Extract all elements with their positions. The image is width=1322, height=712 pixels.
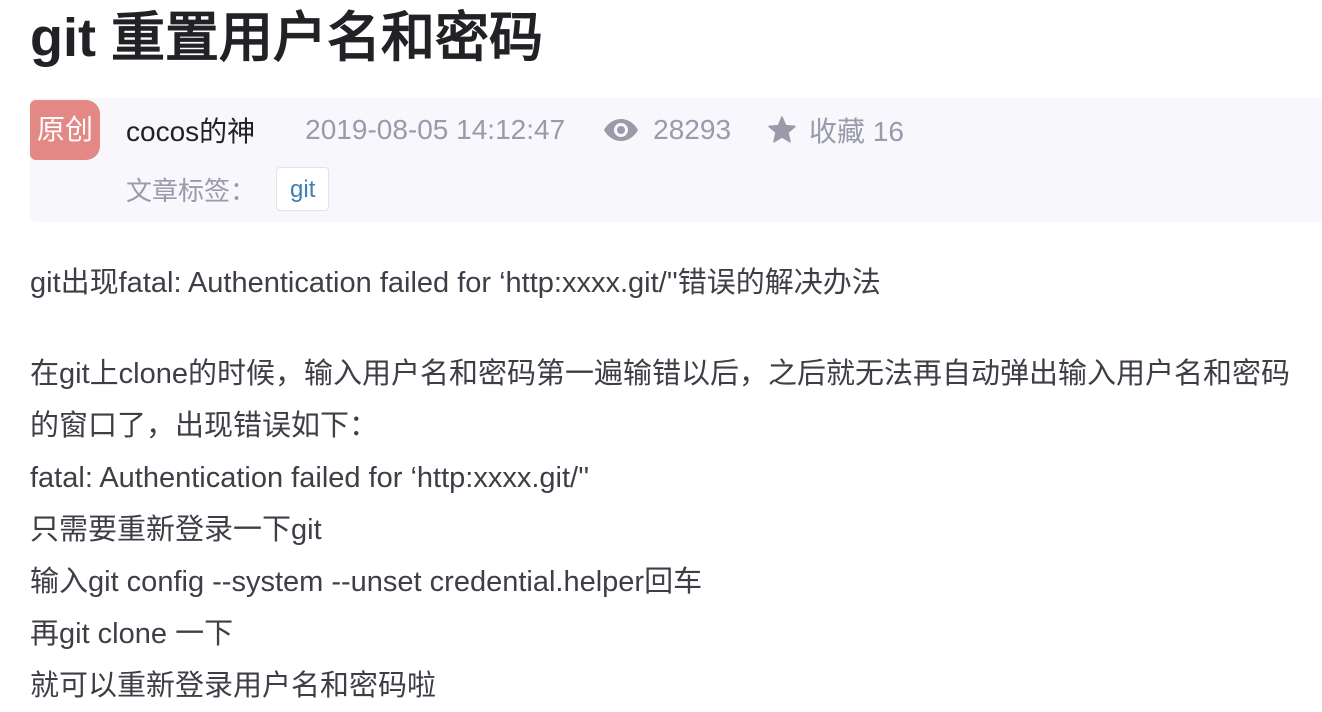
content-line: 就可以重新登录用户名和密码啦 (30, 670, 437, 702)
publish-time: 2019-08-05 14:12:47 (305, 114, 566, 145)
eye-icon (603, 118, 639, 142)
content-intro: git出现fatal: Authentication failed for ‘h… (30, 267, 881, 299)
article-content: git出现fatal: Authentication failed for ‘h… (30, 262, 1322, 712)
content-line: 的窗口了，出现错误如下： (30, 410, 379, 442)
content-line: fatal: Authentication failed for ‘http:x… (30, 462, 590, 494)
view-count-value: 28293 (653, 114, 732, 145)
content-line: 再git clone 一下 (30, 618, 234, 650)
article-title: git 重置用户名和密码 (30, 8, 543, 68)
article-meta: 原创 cocos的神 2019-08-05 14:12:47 28293 收藏 … (30, 98, 1322, 222)
content-line: 只需要重新登录一下git (30, 514, 322, 546)
star-icon (767, 115, 797, 145)
tags-row: 文章标签： git (126, 166, 330, 212)
tags-label: 文章标签： (126, 175, 257, 206)
meta-info-row: cocos的神 2019-08-05 14:12:47 28293 收藏 16 (126, 110, 904, 150)
original-badge: 原创 (30, 100, 100, 160)
author-link[interactable]: cocos的神 (126, 110, 255, 150)
content-line: 在git上clone的时候，输入用户名和密码第一遍输错以后，之后就无法再自动弹出… (30, 358, 1290, 390)
tag-git[interactable]: git (276, 167, 330, 211)
favorite-count: 收藏 16 (809, 116, 904, 147)
favorite-button[interactable]: 收藏 16 (767, 110, 904, 150)
content-line: 输入git config --system --unset credential… (30, 566, 703, 598)
view-count: 28293 (603, 114, 731, 146)
